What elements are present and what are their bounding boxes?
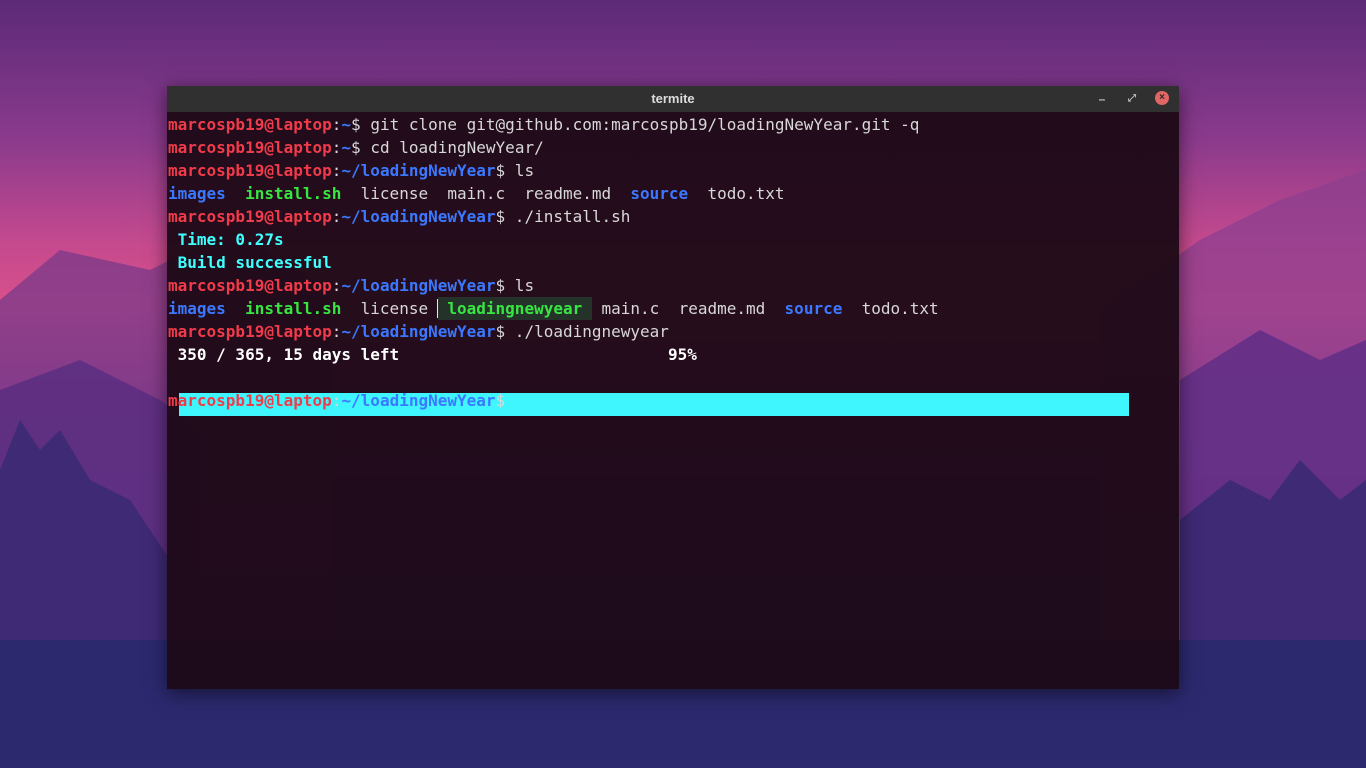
prompt-user: marcospb19@laptop	[168, 115, 332, 134]
exec-entry: install.sh	[245, 184, 342, 203]
exec-entry: install.sh	[245, 299, 342, 318]
file-entry: readme.md	[678, 299, 766, 318]
prompt-path: ~/loadingNewYear	[341, 207, 496, 226]
prompt-user: marcospb19@laptop	[168, 276, 332, 295]
progress-text: 350 / 365, 15 days left	[168, 345, 400, 364]
terminal-output[interactable]: marcospb19@laptop:~$ git clone git@githu…	[168, 113, 1178, 688]
prompt-user: marcospb19@laptop	[168, 322, 332, 341]
prompt-user: marcospb19@laptop	[168, 391, 332, 410]
prompt-symbol: $	[495, 322, 506, 341]
terminal-line: marcospb19@laptop:~/loadingNewYear$	[168, 391, 506, 410]
terminal-line: marcospb19@laptop:~/loadingNewYear$ ls	[168, 276, 535, 295]
terminal-line: marcospb19@laptop:~$ git clone git@githu…	[168, 115, 920, 134]
build-time: Time: 0.27s	[168, 230, 284, 249]
terminal-line: marcospb19@laptop:~$ cd loadingNewYear/	[168, 138, 544, 157]
prompt-symbol: $	[495, 391, 506, 410]
prompt-path: ~/loadingNewYear	[341, 161, 496, 180]
title-bar: termite – ⤢ ×	[167, 86, 1179, 112]
prompt-symbol: $	[495, 161, 506, 180]
prompt-user: marcospb19@laptop	[168, 161, 332, 180]
close-icon[interactable]: ×	[1155, 91, 1169, 105]
command-text: ls	[505, 276, 535, 295]
prompt-symbol: $	[495, 276, 506, 295]
dir-entry: images	[168, 184, 226, 203]
minimize-icon[interactable]: –	[1094, 86, 1110, 112]
prompt-path: ~/loadingNewYear	[341, 391, 496, 410]
file-entry: license	[360, 184, 429, 203]
prompt-user: marcospb19@laptop	[168, 138, 332, 157]
file-entry: main.c	[601, 299, 660, 318]
prompt-symbol: $	[351, 138, 361, 157]
file-entry: license	[360, 299, 429, 318]
window-title: termite	[651, 91, 695, 106]
build-status: Build successful	[168, 253, 332, 272]
prompt-path: ~	[341, 138, 352, 157]
terminal-line: marcospb19@laptop:~/loadingNewYear$ ./in…	[168, 207, 631, 226]
prompt-user: marcospb19@laptop	[168, 207, 332, 226]
ls-output: images install.sh license loadingnewyear…	[168, 297, 939, 320]
command-text: ./loadingnewyear	[505, 322, 669, 341]
prompt-path: ~/loadingNewYear	[341, 322, 496, 341]
command-text: cd loadingNewYear/	[360, 138, 544, 157]
terminal-window: termite – ⤢ × marcospb19@laptop:~$ git c…	[167, 86, 1179, 689]
selected-entry: loadingnewyear	[436, 297, 592, 320]
command-text: ls	[505, 161, 535, 180]
file-entry: readme.md	[524, 184, 612, 203]
prompt-path: ~	[341, 115, 352, 134]
terminal-line: marcospb19@laptop:~/loadingNewYear$ ./lo…	[168, 322, 669, 341]
terminal-line: marcospb19@laptop:~/loadingNewYear$ ls	[168, 161, 535, 180]
file-entry: todo.txt	[861, 299, 939, 318]
progress-percent: 95%	[668, 345, 697, 364]
exec-entry: loadingnewyear	[447, 299, 583, 318]
dir-entry: source	[784, 299, 843, 318]
prompt-path: ~/loadingNewYear	[341, 276, 496, 295]
file-entry: main.c	[447, 184, 506, 203]
dir-entry: images	[168, 299, 226, 318]
maximize-icon[interactable]: ⤢	[1124, 86, 1140, 112]
file-entry: todo.txt	[707, 184, 785, 203]
command-text: git clone git@github.com:marcospb19/load…	[360, 115, 920, 134]
ls-output: images install.sh license main.c readme.…	[168, 182, 785, 205]
dir-entry: source	[630, 184, 689, 203]
command-text: ./install.sh	[505, 207, 631, 226]
prompt-symbol: $	[495, 207, 506, 226]
prompt-symbol: $	[351, 115, 361, 134]
